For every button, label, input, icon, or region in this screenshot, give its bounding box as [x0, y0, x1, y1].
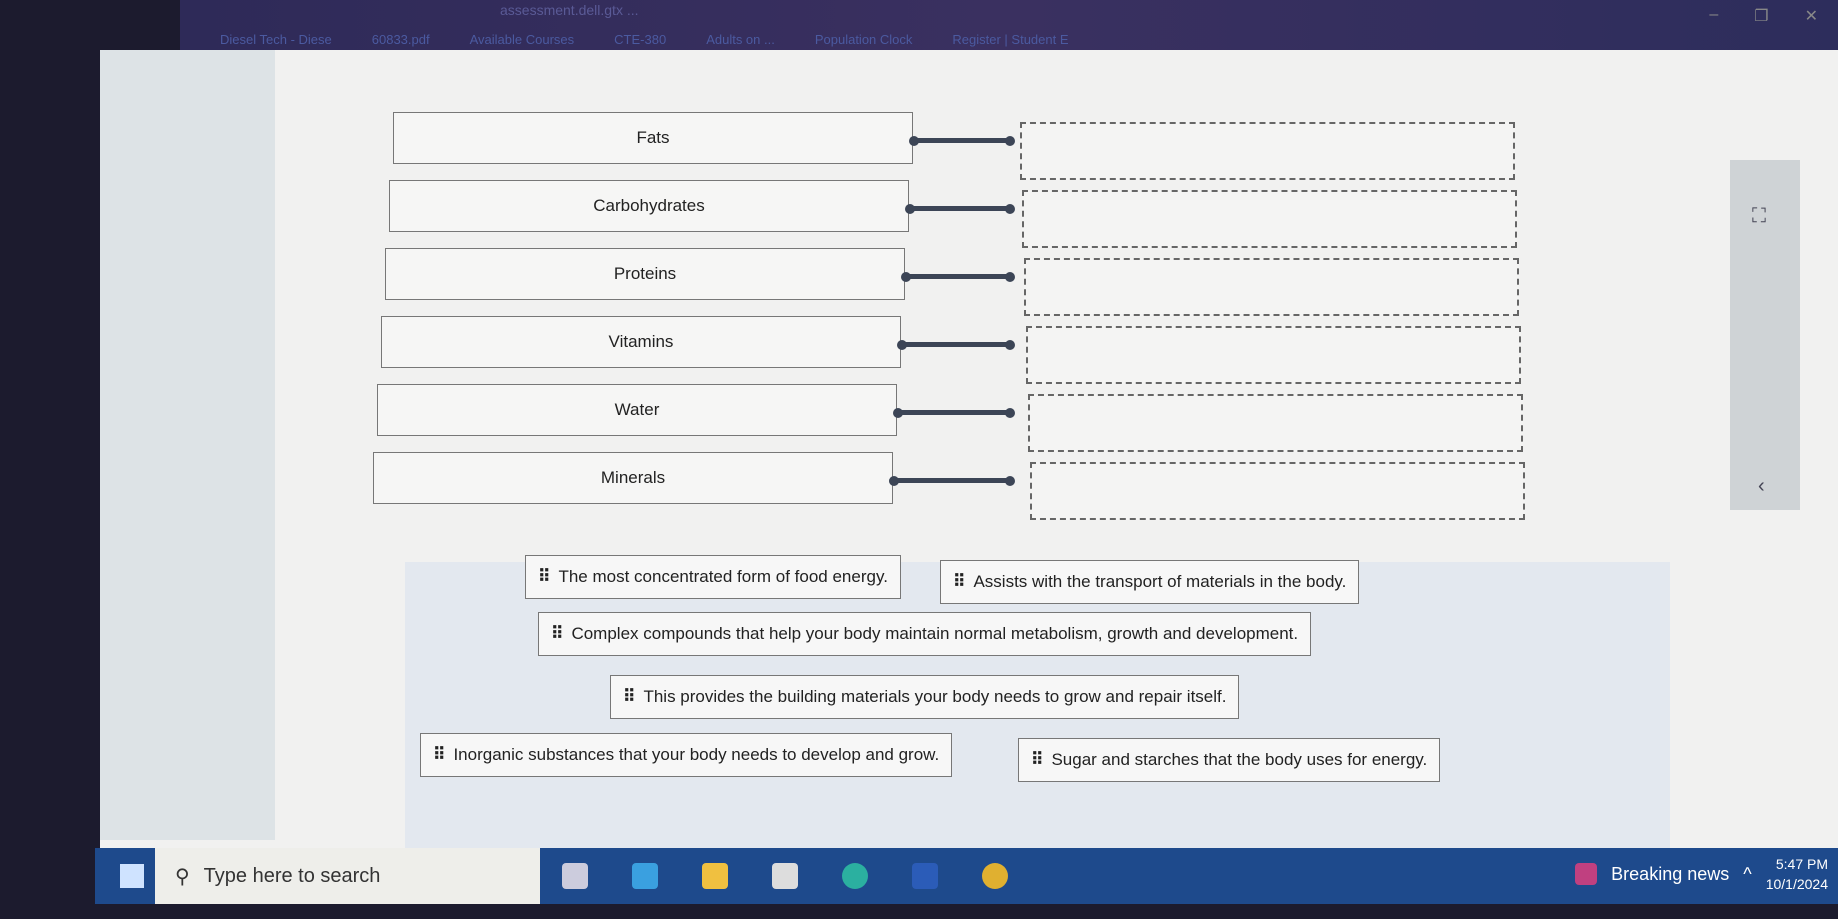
- store-icon[interactable]: [772, 863, 798, 889]
- bookmark[interactable]: 60833.pdf: [372, 32, 430, 47]
- connector-dot: [1005, 476, 1015, 486]
- bookmark[interactable]: Available Courses: [470, 32, 575, 47]
- bookmark[interactable]: Register | Student E: [952, 32, 1068, 47]
- news-icon[interactable]: [1575, 863, 1598, 885]
- news-widget[interactable]: Breaking news: [1611, 864, 1729, 885]
- search-icon: ⚲: [175, 865, 190, 888]
- term-water: Water: [377, 384, 897, 436]
- taskbar: ⚲ Type here to search Breaking news ^ 5:4…: [95, 848, 1838, 904]
- drop-zone[interactable]: [1022, 190, 1517, 248]
- drop-zone[interactable]: [1024, 258, 1519, 316]
- file-explorer-icon[interactable]: [702, 863, 728, 889]
- drop-zone[interactable]: [1020, 122, 1515, 180]
- connector-line: [897, 410, 1011, 415]
- drop-zone[interactable]: [1030, 462, 1525, 520]
- connector-line: [913, 138, 1011, 143]
- connector-dot: [1005, 408, 1015, 418]
- fullscreen-icon[interactable]: ⛶: [1752, 205, 1766, 228]
- word-icon[interactable]: [912, 863, 938, 889]
- connector-line: [905, 274, 1011, 279]
- connector-dot: [1005, 272, 1015, 282]
- taskbar-search[interactable]: ⚲ Type here to search: [155, 848, 540, 904]
- address-bar[interactable]: assessment.dell.gtx ...: [500, 2, 639, 18]
- drag-handle-icon[interactable]: ⠿: [623, 687, 636, 707]
- restore-icon[interactable]: ❐: [1754, 6, 1768, 26]
- clock[interactable]: 5:47 PM 10/1/2024: [1766, 854, 1828, 894]
- mail-icon[interactable]: [632, 863, 658, 889]
- drop-zone[interactable]: [1028, 394, 1523, 452]
- connector-dot: [1005, 204, 1015, 214]
- close-icon[interactable]: ✕: [1805, 6, 1818, 26]
- drag-handle-icon[interactable]: ⠿: [953, 572, 966, 592]
- drag-handle-icon[interactable]: ⠿: [433, 745, 446, 765]
- answer-option[interactable]: ⠿ Complex compounds that help your body m…: [538, 612, 1312, 656]
- chrome-icon[interactable]: [982, 863, 1008, 889]
- drop-zone[interactable]: [1026, 326, 1521, 384]
- term-vitamins: Vitamins: [381, 316, 901, 368]
- term-fats: Fats: [393, 112, 913, 164]
- minimize-icon[interactable]: –: [1709, 6, 1718, 26]
- connector-line: [909, 206, 1011, 211]
- bookmark[interactable]: CTE-380: [614, 32, 666, 47]
- edge-icon[interactable]: [842, 863, 868, 889]
- right-sidebar: ⛶ ‹: [1730, 160, 1800, 510]
- connector-dot: [1005, 136, 1015, 146]
- answer-option[interactable]: ⠿ The most concentrated form of food ener…: [525, 555, 901, 599]
- connector-dot: [1005, 340, 1015, 350]
- bookmark[interactable]: Diesel Tech - Diese: [220, 32, 332, 47]
- answer-option[interactable]: ⠿ Inorganic substances that your body nee…: [420, 733, 953, 777]
- windows-start-icon[interactable]: [120, 864, 144, 888]
- term-minerals: Minerals: [373, 452, 893, 504]
- drag-handle-icon[interactable]: ⠿: [1031, 750, 1044, 770]
- answer-option[interactable]: ⠿ This provides the building materials yo…: [610, 675, 1240, 719]
- bookmark[interactable]: Adults on ...: [706, 32, 775, 47]
- chevron-left-icon[interactable]: ‹: [1758, 475, 1765, 498]
- bookmarks-bar: Diesel Tech - Diese 60833.pdf Available …: [220, 32, 1069, 47]
- connector-line: [893, 478, 1011, 483]
- quiz-page: ⛶ ‹: [100, 50, 1838, 862]
- answer-option[interactable]: ⠿ Sugar and starches that the body uses f…: [1018, 738, 1441, 782]
- chevron-up-icon[interactable]: ^: [1743, 864, 1751, 885]
- task-view-icon[interactable]: [562, 863, 588, 889]
- term-carbohydrates: Carbohydrates: [389, 180, 909, 232]
- drag-handle-icon[interactable]: ⠿: [538, 567, 551, 587]
- left-panel: [100, 50, 275, 840]
- connector-line: [901, 342, 1011, 347]
- drag-handle-icon[interactable]: ⠿: [551, 624, 564, 644]
- bookmark[interactable]: Population Clock: [815, 32, 913, 47]
- answer-option[interactable]: ⠿ Assists with the transport of materials…: [940, 560, 1360, 604]
- term-proteins: Proteins: [385, 248, 905, 300]
